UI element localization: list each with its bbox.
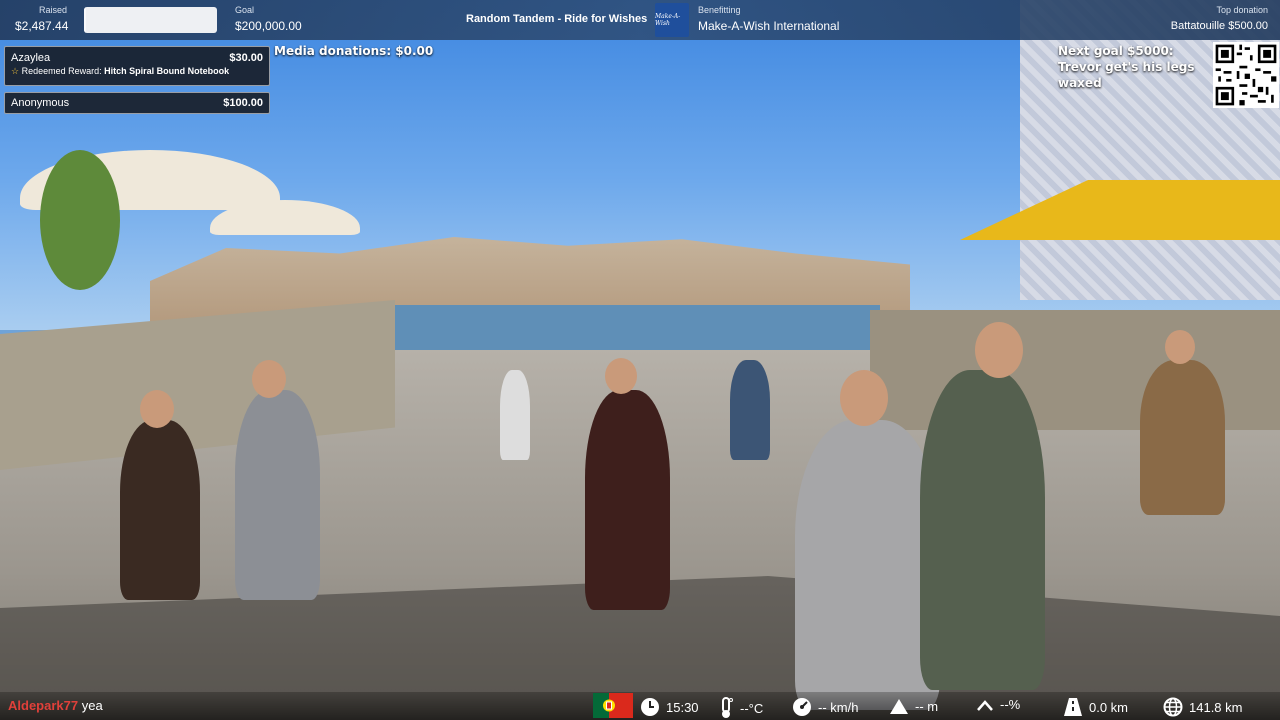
stream-title: Random Tandem - Ride for Wishes	[466, 13, 648, 25]
top-donation-label: Top donation	[1216, 5, 1268, 15]
tree	[40, 150, 120, 290]
pedestrian	[585, 390, 670, 610]
portugal-flag-icon	[593, 693, 633, 718]
thermometer-icon	[722, 697, 733, 718]
donation-card: Azaylea $30.00 ☆ Redeemed Reward: Hitch …	[4, 46, 270, 86]
benefitting-value: Make-A-Wish International	[698, 19, 840, 33]
reward-line: ☆ Redeemed Reward: Hitch Spiral Bound No…	[5, 65, 269, 81]
raised-stat: Raised $2,487.44	[15, 5, 68, 34]
elevation-value: -- m	[915, 698, 939, 714]
raised-label: Raised	[39, 5, 68, 15]
chevron-up-icon	[977, 699, 993, 711]
goal-label: Goal	[235, 5, 255, 15]
pedestrian	[235, 390, 320, 600]
speedometer-icon	[793, 698, 811, 716]
donor-name: Anonymous	[11, 97, 70, 109]
donation-amount: $100.00	[223, 97, 263, 109]
top-donation-value: Battatouille $500.00	[1170, 20, 1268, 32]
pedestrian	[1140, 360, 1225, 515]
pedestrian	[920, 370, 1045, 690]
road-icon	[1064, 698, 1082, 716]
chat-text: yea	[81, 698, 103, 713]
pedestrian	[730, 360, 770, 460]
total-distance-value: 141.8 km	[1189, 699, 1243, 715]
pedestrian	[120, 420, 200, 600]
trip-distance-readout: 0.0 km	[1063, 697, 1128, 717]
make-a-wish-logo: Make-A-Wish	[655, 3, 689, 37]
temperature-value: --°C	[740, 700, 764, 716]
goal-stat: Goal $200,000.00	[235, 5, 302, 34]
star-icon: ☆	[11, 66, 20, 76]
temperature-readout: --°C	[718, 697, 763, 719]
speed-value: -- km/h	[818, 699, 859, 715]
qr-code-icon	[1213, 42, 1279, 108]
top-donation-stat: Top donation Battatouille $500.00	[1171, 5, 1268, 34]
media-donations-total: Media donations: $0.00	[274, 44, 434, 58]
elevation-readout: -- m	[889, 697, 938, 715]
grade-readout: --%	[976, 697, 1020, 712]
speed-readout: -- km/h	[792, 697, 858, 717]
donor-name: Azaylea	[11, 52, 51, 64]
time-value: 15:30	[666, 699, 699, 715]
pedestrian	[500, 370, 530, 460]
reward-prefix: Redeemed Reward:	[21, 66, 102, 76]
pedestrian	[795, 420, 940, 710]
next-goal-text: Next goal $5000: Trevor get's his legs w…	[1058, 44, 1195, 90]
fundraising-progress-bar	[84, 7, 217, 33]
qr-code[interactable]	[1213, 42, 1279, 108]
clock-icon	[641, 698, 659, 716]
donation-amount: $30.00	[229, 52, 263, 64]
clock-readout: 15:30	[640, 697, 699, 717]
donation-card: Anonymous $100.00	[4, 92, 270, 114]
raised-value: $2,487.44	[15, 19, 69, 33]
chat-username: Aldepark77	[8, 698, 79, 713]
chat-message: Aldepark77 yea	[8, 698, 103, 713]
benefitting-label: Benefitting	[698, 5, 741, 15]
stream-top-bar: Raised $2,487.44 Goal $200,000.00 Random…	[0, 0, 1280, 40]
logo-text: Make-A-Wish	[655, 13, 681, 27]
reward-item: Hitch Spiral Bound Notebook	[104, 66, 230, 76]
total-distance-readout: 141.8 km	[1163, 697, 1242, 717]
goal-value: $200,000.00	[235, 19, 302, 33]
mountain-icon	[890, 699, 908, 714]
benefitting-stat: Benefitting Make-A-Wish International	[698, 5, 839, 34]
globe-icon	[1163, 697, 1183, 717]
trip-distance-value: 0.0 km	[1089, 699, 1129, 715]
grade-value: --%	[1000, 697, 1021, 712]
progress-fill	[84, 7, 86, 33]
